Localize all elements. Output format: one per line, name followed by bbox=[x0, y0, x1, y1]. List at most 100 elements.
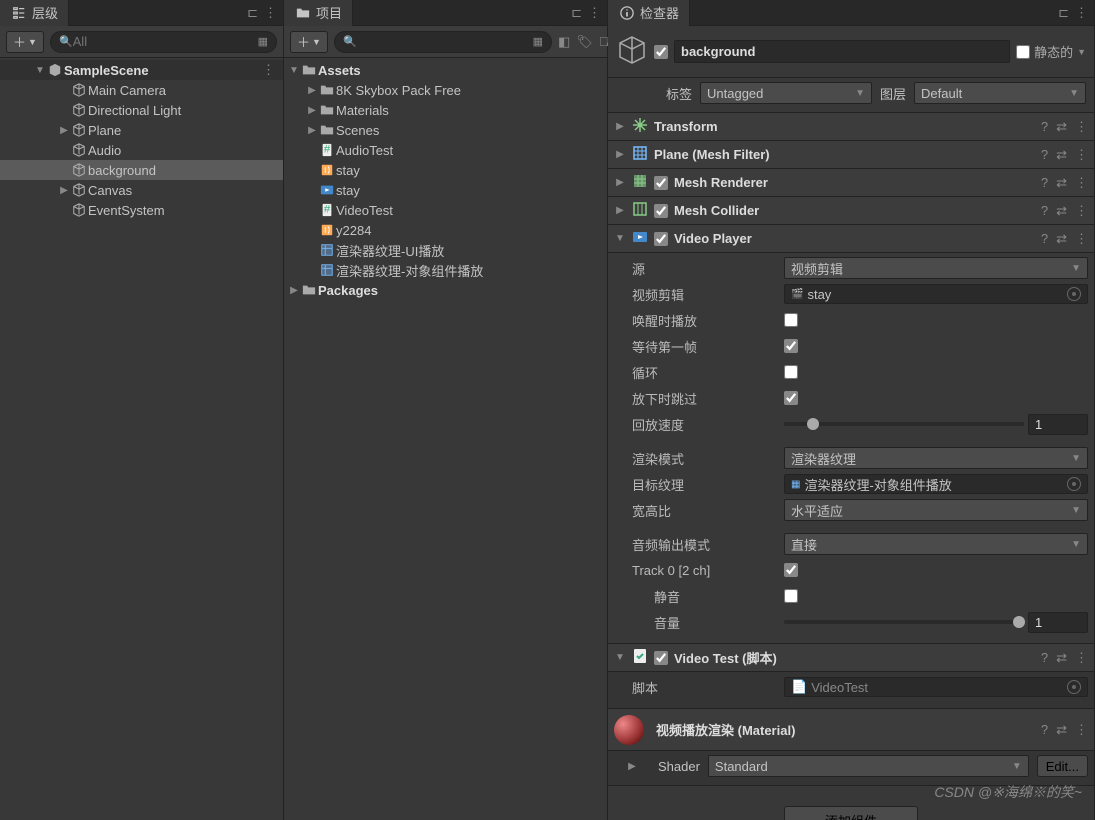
lock-icon[interactable]: ⊏ bbox=[571, 5, 582, 21]
project-item[interactable]: stay bbox=[284, 180, 607, 200]
lock-icon[interactable]: ⊏ bbox=[1058, 5, 1069, 21]
preset-icon[interactable]: ⇄ bbox=[1056, 231, 1067, 247]
hierarchy-item[interactable]: Main Camera bbox=[0, 80, 283, 100]
component-enabled-checkbox[interactable] bbox=[654, 651, 668, 665]
preset-icon[interactable]: ⇄ bbox=[1056, 147, 1067, 163]
edit-shader-button[interactable]: Edit... bbox=[1037, 755, 1088, 777]
label-icon[interactable]: 🏷 bbox=[576, 34, 593, 50]
menu-icon[interactable]: ⋮ bbox=[1075, 5, 1088, 21]
component-enabled-checkbox[interactable] bbox=[654, 176, 668, 190]
help-icon[interactable]: ? bbox=[1041, 175, 1048, 191]
expand-arrow[interactable] bbox=[288, 65, 300, 76]
material-header[interactable]: 视频播放渲染 (Material) ?⇄⋮ bbox=[608, 709, 1094, 751]
expand-arrow[interactable] bbox=[614, 233, 626, 244]
project-search-input[interactable] bbox=[357, 34, 533, 49]
static-dropdown[interactable]: 静态的 ▼ bbox=[1016, 42, 1086, 61]
project-item[interactable]: Scenes bbox=[284, 120, 607, 140]
search-type-icon[interactable]: ▦ bbox=[533, 35, 543, 48]
menu-icon[interactable]: ⋮ bbox=[1075, 231, 1088, 247]
static-checkbox[interactable] bbox=[1016, 45, 1030, 59]
expand-arrow[interactable] bbox=[614, 205, 626, 216]
target-texture-field[interactable]: ▦渲染器纹理-对象组件播放 bbox=[784, 474, 1088, 494]
clip-object-field[interactable]: 🎬stay bbox=[784, 284, 1088, 304]
expand-arrow[interactable] bbox=[306, 85, 318, 96]
expand-arrow[interactable] bbox=[614, 177, 626, 188]
project-item[interactable]: y2284 bbox=[284, 220, 607, 240]
component-enabled-checkbox[interactable] bbox=[654, 232, 668, 246]
playback-speed-slider[interactable] bbox=[784, 422, 1024, 426]
help-icon[interactable]: ? bbox=[1041, 231, 1048, 247]
menu-icon[interactable]: ⋮ bbox=[1075, 175, 1088, 191]
object-picker-icon[interactable] bbox=[1067, 287, 1081, 301]
mesh-collider-header[interactable]: Mesh Collider ?⇄⋮ bbox=[608, 197, 1094, 225]
transform-header[interactable]: Transform ?⇄⋮ bbox=[608, 113, 1094, 141]
hierarchy-item[interactable]: Canvas bbox=[0, 180, 283, 200]
preset-icon[interactable]: ⇄ bbox=[1056, 175, 1067, 191]
expand-arrow[interactable] bbox=[626, 761, 638, 772]
hierarchy-item[interactable]: Audio bbox=[0, 140, 283, 160]
filter-icon[interactable]: ◧ bbox=[558, 34, 570, 50]
help-icon[interactable]: ? bbox=[1041, 119, 1048, 135]
mute-checkbox[interactable] bbox=[784, 589, 798, 603]
project-search[interactable]: 🔍 ▦ bbox=[334, 31, 552, 53]
menu-icon[interactable]: ⋮ bbox=[588, 5, 601, 21]
mesh-filter-header[interactable]: Plane (Mesh Filter) ?⇄⋮ bbox=[608, 141, 1094, 169]
active-checkbox[interactable] bbox=[654, 45, 668, 59]
create-dropdown[interactable]: ＋▼ bbox=[290, 31, 328, 53]
menu-icon[interactable]: ⋮ bbox=[1075, 147, 1088, 163]
mesh-renderer-header[interactable]: Mesh Renderer ?⇄⋮ bbox=[608, 169, 1094, 197]
inspector-tab[interactable]: 检查器 bbox=[608, 0, 690, 26]
source-dropdown[interactable]: 视频剪辑▼ bbox=[784, 257, 1088, 279]
menu-icon[interactable]: ⋮ bbox=[1075, 203, 1088, 219]
volume-input[interactable] bbox=[1028, 612, 1088, 633]
expand-arrow[interactable] bbox=[288, 285, 300, 296]
expand-arrow[interactable] bbox=[58, 125, 70, 136]
project-item[interactable]: #VideoTest bbox=[284, 200, 607, 220]
playback-speed-input[interactable] bbox=[1028, 414, 1088, 435]
scene-menu-icon[interactable]: ⋮ bbox=[262, 62, 281, 78]
hierarchy-search-input[interactable] bbox=[73, 34, 258, 49]
project-item[interactable]: stay bbox=[284, 160, 607, 180]
videotest-script-header[interactable]: Video Test (脚本) ?⇄⋮ bbox=[608, 644, 1094, 672]
project-tab[interactable]: 项目 bbox=[284, 0, 353, 26]
add-component-button[interactable]: 添加组件 bbox=[784, 806, 918, 820]
hierarchy-item[interactable]: Directional Light bbox=[0, 100, 283, 120]
scene-row[interactable]: SampleScene ⋮ bbox=[0, 60, 283, 80]
hierarchy-item[interactable]: background bbox=[0, 160, 283, 180]
preset-icon[interactable]: ⇄ bbox=[1056, 650, 1067, 666]
assets-row[interactable]: Assets bbox=[284, 60, 607, 80]
object-picker-icon[interactable] bbox=[1067, 477, 1081, 491]
help-icon[interactable]: ? bbox=[1041, 147, 1048, 163]
expand-arrow[interactable] bbox=[58, 185, 70, 196]
layer-dropdown[interactable]: Default▼ bbox=[914, 82, 1086, 104]
tag-dropdown[interactable]: Untagged▼ bbox=[700, 82, 872, 104]
create-dropdown[interactable]: ＋▼ bbox=[6, 31, 44, 53]
loop-checkbox[interactable] bbox=[784, 365, 798, 379]
help-icon[interactable]: ? bbox=[1041, 203, 1048, 219]
project-item[interactable]: 8K Skybox Pack Free bbox=[284, 80, 607, 100]
expand-arrow[interactable] bbox=[34, 65, 46, 76]
play-on-awake-checkbox[interactable] bbox=[784, 313, 798, 327]
expand-arrow[interactable] bbox=[306, 125, 318, 136]
audio-output-dropdown[interactable]: 直接▼ bbox=[784, 533, 1088, 555]
gameobject-icon[interactable] bbox=[616, 34, 648, 69]
shader-dropdown[interactable]: Standard▼ bbox=[708, 755, 1029, 777]
preset-icon[interactable]: ⇄ bbox=[1056, 203, 1067, 219]
help-icon[interactable]: ? bbox=[1041, 722, 1048, 738]
expand-arrow[interactable] bbox=[614, 652, 626, 663]
project-item[interactable]: Materials bbox=[284, 100, 607, 120]
hierarchy-search[interactable]: 🔍 ▦ bbox=[50, 31, 277, 53]
gameobject-name-input[interactable] bbox=[674, 40, 1010, 63]
project-item[interactable]: 渲染器纹理-对象组件播放 bbox=[284, 260, 607, 280]
project-item[interactable]: #AudioTest bbox=[284, 140, 607, 160]
aspect-dropdown[interactable]: 水平适应▼ bbox=[784, 499, 1088, 521]
packages-row[interactable]: Packages bbox=[284, 280, 607, 300]
hierarchy-item[interactable]: Plane bbox=[0, 120, 283, 140]
preset-icon[interactable]: ⇄ bbox=[1056, 119, 1067, 135]
search-type-icon[interactable]: ▦ bbox=[258, 35, 268, 48]
track-enabled-checkbox[interactable] bbox=[784, 563, 798, 577]
wait-first-frame-checkbox[interactable] bbox=[784, 339, 798, 353]
skip-on-drop-checkbox[interactable] bbox=[784, 391, 798, 405]
help-icon[interactable]: ? bbox=[1041, 650, 1048, 666]
menu-icon[interactable]: ⋮ bbox=[1075, 650, 1088, 666]
